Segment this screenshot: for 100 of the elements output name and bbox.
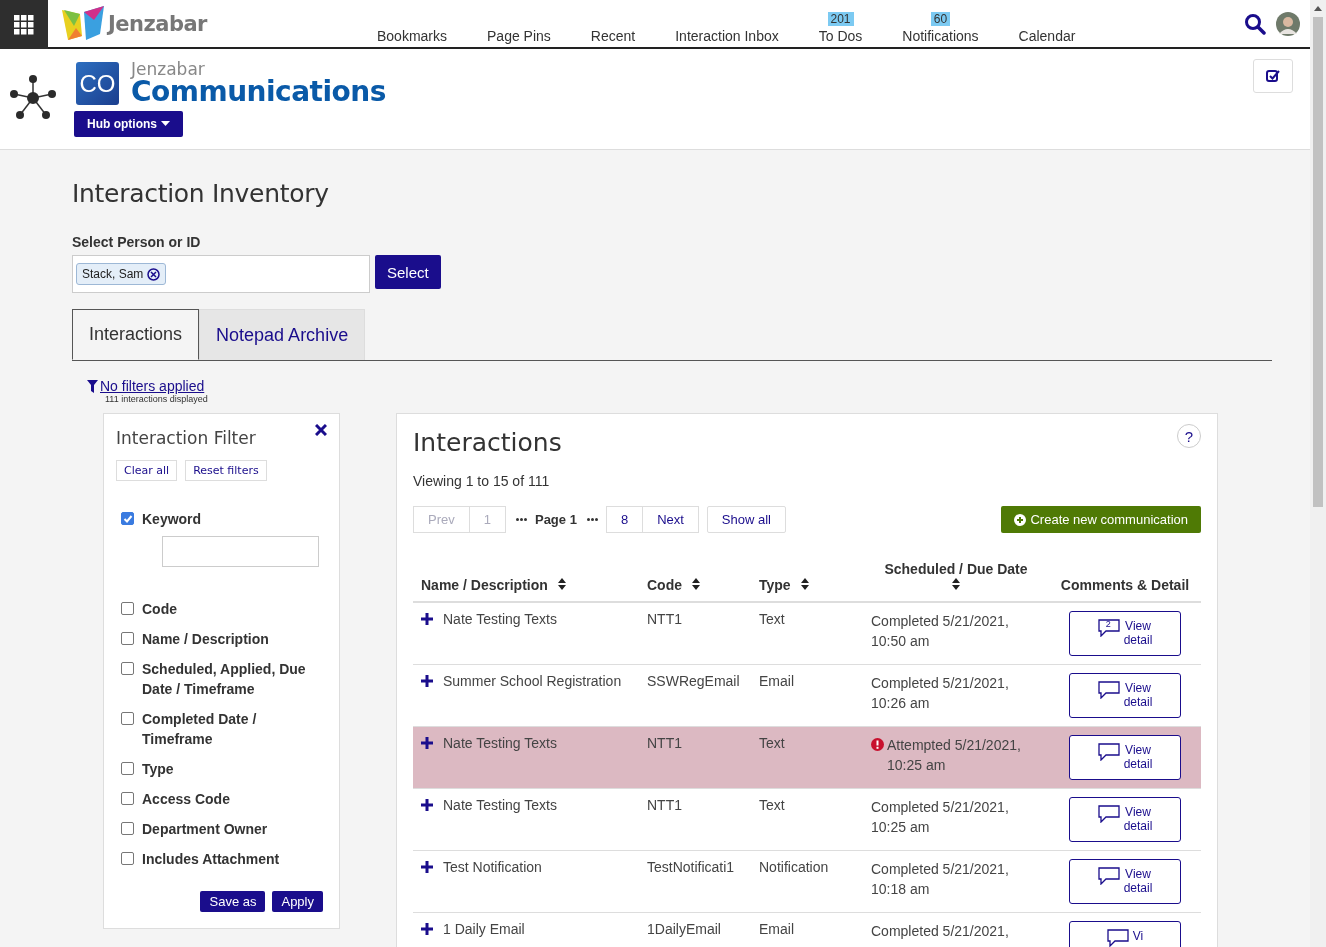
filter-action-button[interactable]: Reset filters	[185, 460, 267, 481]
expand-icon[interactable]	[421, 613, 433, 625]
expand-icon[interactable]	[421, 675, 433, 687]
ellipsis-icon	[515, 518, 527, 521]
scrollbar-thumb[interactable]	[1313, 17, 1323, 507]
view-detail-button[interactable]: 2 View detail	[1069, 611, 1181, 656]
table-cell: 1DailyEmail	[647, 921, 721, 937]
checkbox[interactable]	[121, 632, 134, 645]
tab[interactable]: Notepad Archive	[199, 309, 366, 360]
nav-link[interactable]: 60 Notifications	[902, 11, 979, 44]
checkbox[interactable]	[121, 662, 134, 675]
caret-icon	[161, 121, 170, 127]
expand-icon[interactable]	[421, 799, 433, 811]
checkbox[interactable]	[121, 822, 134, 835]
view-detail-button[interactable]: View detail	[1069, 735, 1181, 780]
filter-option-label: Scheduled, Applied, Due Date / Timeframe	[142, 660, 307, 699]
checkbox[interactable]	[121, 712, 134, 725]
comment-icon	[1097, 805, 1120, 823]
expand-icon[interactable]	[421, 737, 433, 749]
table-cell: TestNotificati1	[647, 859, 735, 875]
checkbox[interactable]	[121, 792, 134, 805]
table-cell: Email	[759, 673, 794, 689]
scrollbar[interactable]	[1310, 0, 1326, 947]
filter-title: Interaction Filter	[116, 428, 256, 448]
expand-icon[interactable]	[421, 861, 433, 873]
comment-icon	[1097, 743, 1120, 761]
column-header[interactable]: Scheduled / Due Date	[884, 561, 1028, 593]
table-cell: Notification	[759, 859, 829, 875]
view-detail-button[interactable]: Vi	[1069, 921, 1181, 947]
filter-option-label: Type	[142, 760, 175, 779]
create-communication-button[interactable]: Create new communication	[1001, 506, 1201, 533]
scroll-up-icon[interactable]	[1314, 6, 1322, 11]
column-header[interactable]: Type	[759, 577, 809, 593]
hub-options-button[interactable]: Hub options	[74, 111, 183, 137]
select-button[interactable]: Select	[375, 255, 441, 289]
todo-check-button[interactable]	[1253, 59, 1293, 93]
filter-option-label: Code	[142, 600, 178, 619]
grid-icon	[14, 14, 34, 35]
filters-link[interactable]: No filters applied	[100, 378, 205, 394]
comment-icon	[1106, 929, 1129, 947]
search-icon[interactable]	[1244, 12, 1266, 35]
error-icon	[871, 738, 884, 751]
apps-menu-button[interactable]	[0, 0, 48, 49]
table-cell: Summer School Registration	[443, 673, 622, 689]
table-cell: Text	[759, 735, 785, 751]
sort-icon	[557, 578, 566, 590]
checkbox[interactable]	[121, 762, 134, 775]
checkbox[interactable]	[121, 512, 134, 525]
checkbox[interactable]	[121, 852, 134, 865]
show-all-button[interactable]: Show all	[706, 506, 786, 533]
table-cell: Nate Testing Texts	[443, 611, 557, 627]
checkbox[interactable]	[121, 602, 134, 615]
current-page: Page 1	[534, 512, 577, 527]
person-field[interactable]: Stack, Sam	[72, 255, 370, 293]
nav-link[interactable]: Bookmarks	[377, 27, 448, 44]
column-header[interactable]: Code	[647, 577, 700, 593]
expand-icon[interactable]	[421, 923, 433, 935]
filter-option-label: Name / Description	[142, 630, 270, 649]
interactions-count: 111 interactions displayed	[105, 394, 208, 404]
pager-link[interactable]: Next	[643, 506, 699, 533]
close-icon[interactable]	[315, 424, 327, 436]
sort-icon	[800, 578, 809, 590]
table-cell: NTT1	[647, 797, 682, 813]
hub-title: Communications	[131, 78, 386, 106]
table-cell: Test Notification	[443, 859, 542, 875]
field-label: Select Person or ID	[72, 234, 201, 250]
nav-link[interactable]: Recent	[590, 27, 636, 44]
apply-button[interactable]: Apply	[272, 891, 323, 912]
filter-icon	[87, 379, 98, 393]
filter-option-label: Department Owner	[142, 820, 269, 839]
table-cell: Nate Testing Texts	[443, 797, 557, 813]
table-cell-text: Completed 5/21/2021,	[871, 922, 1009, 941]
brand-name: Jenzabar	[108, 11, 207, 36]
avatar-icon[interactable]	[1276, 11, 1300, 36]
pager-link[interactable]: 8	[605, 506, 644, 533]
save-as-button[interactable]: Save as	[200, 891, 266, 912]
filter-option-label: Keyword	[142, 510, 203, 529]
nav-link[interactable]: Page Pins	[487, 27, 551, 44]
table-cell: SSWRegEmail	[647, 673, 740, 689]
butterfly-logo-icon	[60, 5, 106, 42]
count-badge: 60	[930, 11, 951, 26]
filter-action-button[interactable]: Clear all	[116, 460, 178, 481]
view-detail-button[interactable]: View detail	[1069, 673, 1181, 718]
nav-link[interactable]: 201 To Dos	[818, 11, 863, 44]
table-cell-text: Completed 5/21/2021, 10:50 am	[871, 612, 1009, 651]
column-header[interactable]: Name / Description	[421, 577, 566, 593]
remove-icon[interactable]	[147, 267, 161, 281]
keyword-field[interactable]	[162, 536, 319, 567]
nav-link[interactable]: Calendar	[1018, 27, 1076, 44]
help-button[interactable]: ?	[1177, 424, 1201, 448]
person-token: Stack, Sam	[76, 263, 167, 285]
panel-title: Interactions	[413, 428, 562, 457]
sort-icon	[691, 578, 700, 590]
count-badge: 201	[827, 11, 854, 26]
filter-option-label: Completed Date / Timeframe	[142, 710, 258, 749]
tab[interactable]: Interactions	[72, 309, 200, 360]
view-detail-button[interactable]: View detail	[1069, 797, 1181, 842]
app-logo: CO	[76, 62, 119, 105]
view-detail-button[interactable]: View detail	[1069, 859, 1181, 904]
nav-link[interactable]: Interaction Inbox	[675, 27, 779, 44]
